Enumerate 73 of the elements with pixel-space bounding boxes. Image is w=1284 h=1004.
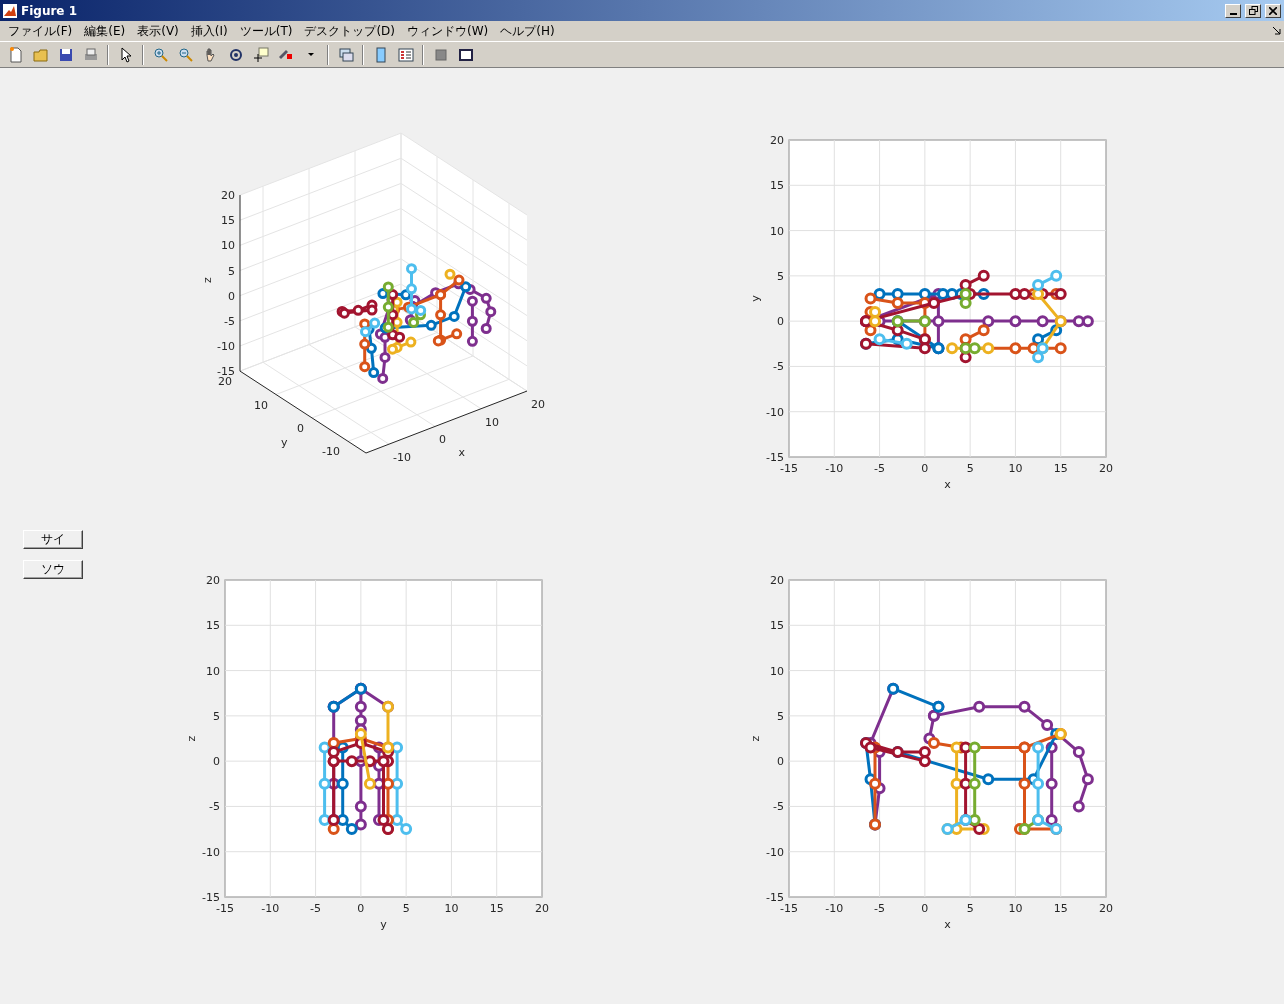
tick-label: 0 xyxy=(921,462,929,475)
tick-label: -5 xyxy=(209,800,220,814)
tick-label: 5 xyxy=(402,902,410,915)
tick-label: 10 xyxy=(254,398,268,412)
tick-label: -15 xyxy=(766,451,784,464)
tick-label: 15 xyxy=(489,902,504,915)
axis-label: z xyxy=(201,277,214,284)
window-title: Figure 1 xyxy=(21,3,79,18)
tick-label: 20 xyxy=(770,574,784,587)
tick-label: -10 xyxy=(825,462,844,475)
tick-label: 0 xyxy=(297,421,304,435)
axis-label: y xyxy=(380,918,387,931)
tick-label: 10 xyxy=(221,239,235,253)
tick-label: 20 xyxy=(206,574,220,587)
tick-label: -10 xyxy=(261,902,280,915)
tick-label: -5 xyxy=(773,800,784,814)
tick-label: 5 xyxy=(777,709,784,723)
tick-label: 10 xyxy=(206,664,220,678)
tick-label: -10 xyxy=(766,845,784,859)
axis-label: z xyxy=(185,735,198,742)
tick-label: 15 xyxy=(1053,462,1068,475)
tick-label: -5 xyxy=(773,360,784,374)
tick-label: 5 xyxy=(228,264,235,278)
axis-label: y xyxy=(749,295,762,302)
tick-label: -10 xyxy=(825,902,844,915)
tick-label: 15 xyxy=(206,619,220,633)
tick-label: -10 xyxy=(202,845,220,859)
tick-label: 0 xyxy=(357,902,365,915)
tick-label: -15 xyxy=(780,902,798,915)
tick-label: 0 xyxy=(228,289,235,303)
tick-label: 15 xyxy=(770,179,784,193)
tick-label: 20 xyxy=(770,134,784,147)
axis-label: x xyxy=(944,918,951,931)
tick-label: 15 xyxy=(221,214,235,228)
axis-label: x xyxy=(944,478,951,491)
tick-label: 5 xyxy=(777,269,784,283)
tick-label: -15 xyxy=(216,902,234,915)
tick-label: 15 xyxy=(770,619,784,633)
tick-label: 20 xyxy=(218,375,232,389)
tick-label: 0 xyxy=(213,755,220,769)
tick-label: 10 xyxy=(770,224,784,238)
tick-label: 10 xyxy=(485,415,499,429)
tick-label: 10 xyxy=(1008,462,1023,475)
tick-label: -5 xyxy=(224,314,235,328)
tick-label: 10 xyxy=(1008,902,1023,915)
tick-label: -10 xyxy=(766,405,784,419)
tick-label: 20 xyxy=(531,398,545,412)
tick-label: -15 xyxy=(202,891,220,904)
tick-label: 5 xyxy=(966,902,974,915)
tick-label: -5 xyxy=(874,902,886,915)
axis-label: z xyxy=(749,735,762,742)
tick-label: 10 xyxy=(770,664,784,678)
tick-label: 20 xyxy=(1099,902,1113,915)
tick-label: 20 xyxy=(1099,462,1113,475)
axis-label: y xyxy=(281,436,288,450)
tick-label: -5 xyxy=(310,902,322,915)
tick-label: 5 xyxy=(213,709,220,723)
tick-label: -10 xyxy=(217,339,235,353)
tick-label: 0 xyxy=(777,315,784,329)
tick-label: 20 xyxy=(221,189,235,203)
tick-label: -10 xyxy=(322,445,340,459)
tick-label: -15 xyxy=(780,462,798,475)
tick-label: 0 xyxy=(921,902,929,915)
tick-label: 5 xyxy=(966,462,974,475)
tick-label: -5 xyxy=(874,462,886,475)
tick-label: 0 xyxy=(777,755,784,769)
tick-label: 10 xyxy=(444,902,459,915)
tick-label: -10 xyxy=(393,451,411,465)
tick-label: 0 xyxy=(439,433,446,447)
tick-label: -15 xyxy=(766,891,784,904)
tick-label: 20 xyxy=(535,902,549,915)
axis-label: x xyxy=(458,446,465,459)
tick-label: 15 xyxy=(1053,902,1068,915)
